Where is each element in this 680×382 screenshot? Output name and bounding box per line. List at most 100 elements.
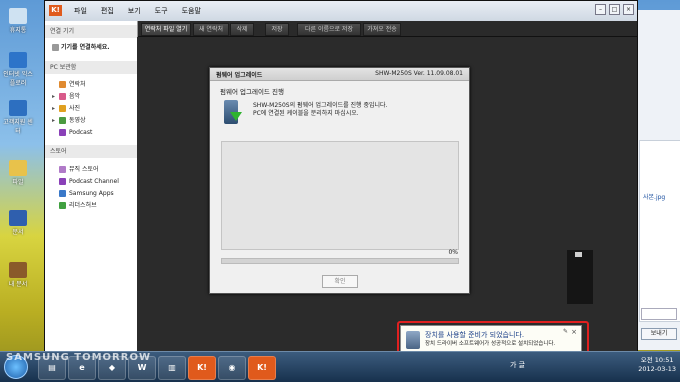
sidebar-item-label: Podcast — [69, 129, 93, 136]
save-button[interactable]: 저장 — [265, 23, 289, 36]
tray-ime[interactable]: 가 글 — [510, 360, 525, 370]
new-contact-button[interactable]: 새 연락처 — [193, 23, 229, 36]
dialog-message-line: SHW-M250S의 펌웨어 업그레이드를 진행 중입니다. — [253, 102, 388, 109]
sidebar-item-music-store[interactable]: 뮤직 스토어 — [45, 164, 137, 175]
sidebar-item-readers-hub[interactable]: 리더스허브 — [45, 200, 137, 211]
import-send-button[interactable]: 가져오 전송 — [363, 23, 401, 36]
send-button[interactable]: 보내기 — [641, 328, 677, 340]
kies-logo-icon: K! — [49, 5, 62, 16]
menu-view[interactable]: 보기 — [121, 6, 148, 16]
upgrade-progress-bar — [221, 258, 459, 264]
sidebar-item-label: Podcast Channel — [69, 178, 119, 185]
sidebar-item-label: 사진 — [69, 105, 81, 112]
contacts-toolbar: 연락처 파일 열기 새 연락처 삭제 저장 다른 이름으로 저장 가져오 전송 — [137, 21, 637, 37]
readers-hub-icon — [59, 202, 66, 209]
folder-icon[interactable] — [575, 252, 582, 257]
desktop-icon-label: 파일 — [12, 179, 24, 186]
save-as-button[interactable]: 다른 이름으로 저장 — [297, 23, 361, 36]
app-titlebar: K! 파일 편집 보기 도구 도움말 – □ × — [45, 1, 637, 21]
video-icon — [59, 117, 66, 124]
taskbar-clock[interactable]: 오전 10:51 2012-03-13 — [638, 356, 676, 374]
sidebar-item-contacts[interactable]: 연락처 — [45, 79, 137, 90]
dialog-subtitle: 펌웨어 업그레이드 진행 — [220, 88, 284, 96]
podcast-icon — [59, 129, 66, 136]
document-icon — [9, 210, 27, 226]
watermark-logo: SAMSUNG TOMORROW — [6, 352, 151, 363]
window-controls: – □ × — [595, 4, 634, 15]
sidebar-item-label: 기기를 연결하세요. — [61, 44, 110, 51]
desktop-icon-label: 고객지원 센터 — [3, 119, 33, 135]
folder-icon — [9, 262, 27, 278]
taskbar-chart-icon[interactable]: ▥ — [158, 356, 186, 380]
taskbar-kies2-icon[interactable]: K! — [248, 356, 276, 380]
sidebar: 연결 기기 기기를 연결하세요. PC 보관함 연락처 ▸ 음악 ▸ 사진 ▸ … — [45, 21, 138, 352]
menu-edit[interactable]: 편집 — [94, 6, 121, 16]
progress-percent: 0% — [448, 249, 458, 256]
desktop-icon-support[interactable]: 고객지원 센터 — [3, 100, 33, 135]
sidebar-item-videos[interactable]: ▸ 동영상 — [45, 115, 137, 126]
support-icon — [9, 100, 27, 116]
menu-tools[interactable]: 도구 — [148, 6, 175, 16]
desktop-icon-doc[interactable]: 문서 — [3, 210, 33, 236]
desktop-icon-label: 휴지통 — [9, 27, 27, 34]
file-name-link[interactable]: 사본.jpg — [643, 192, 665, 201]
sidebar-item-music[interactable]: ▸ 음악 — [45, 91, 137, 102]
contacts-icon — [59, 81, 66, 88]
menu-bar: 파일 편집 보기 도구 도움말 — [67, 6, 208, 16]
music-icon — [59, 93, 66, 100]
desktop-icon-file[interactable]: 파일 — [3, 160, 33, 186]
samsung-apps-icon — [59, 190, 66, 197]
expand-caret-icon[interactable]: ▸ — [52, 103, 55, 114]
photo-icon — [59, 105, 66, 112]
dialog-message-line: PC에 연결된 케이블을 분리하지 마십시오. — [253, 110, 359, 117]
sidebar-item-label: 동영상 — [69, 117, 86, 124]
background-window-select[interactable] — [641, 308, 677, 320]
dialog-titlebar: 펌웨어 업그레이드 SHW-M250S Ver. 11.09.08.01 — [210, 68, 469, 81]
menu-help[interactable]: 도움말 — [175, 6, 208, 16]
expand-caret-icon[interactable]: ▸ — [52, 115, 55, 126]
sidebar-item-label: 음악 — [69, 93, 81, 100]
sidebar-item-podcast-channel[interactable]: Podcast Channel — [45, 176, 137, 187]
minimize-icon[interactable]: – — [595, 4, 606, 15]
expand-caret-icon[interactable]: ▸ — [52, 91, 55, 102]
sidebar-item-label: 뮤직 스토어 — [69, 166, 99, 173]
sidebar-item-samsung-apps[interactable]: Samsung Apps — [45, 188, 137, 199]
open-contacts-button[interactable]: 연락처 파일 열기 — [141, 23, 191, 36]
internet-explorer-icon — [9, 52, 27, 68]
recycle-bin-icon — [9, 8, 27, 24]
device-icon — [52, 44, 59, 51]
store-section-header: 스토어 — [45, 145, 137, 158]
content-side-panel — [567, 250, 593, 304]
close-icon[interactable]: × — [623, 4, 634, 15]
clock-date: 2012-03-13 — [638, 365, 676, 373]
podcast-icon — [59, 178, 66, 185]
ok-button[interactable]: 확인 — [322, 275, 358, 288]
sidebar-item-photos[interactable]: ▸ 사진 — [45, 103, 137, 114]
dialog-message: SHW-M250S의 펌웨어 업그레이드를 진행 중입니다. PC에 연결된 케… — [253, 102, 387, 118]
clock-time: 오전 10:51 — [640, 356, 674, 364]
desktop-icon-recycle-bin[interactable]: 휴지통 — [3, 8, 33, 34]
maximize-icon[interactable]: □ — [609, 4, 620, 15]
desktop-icon-label: 문서 — [12, 229, 24, 236]
menu-file[interactable]: 파일 — [67, 6, 94, 16]
sidebar-item-connect-device[interactable]: 기기를 연결하세요. — [45, 42, 137, 53]
sidebar-item-label: 연락처 — [69, 81, 86, 88]
firmware-upgrade-dialog: 펌웨어 업그레이드 SHW-M250S Ver. 11.09.08.01 펌웨어… — [209, 67, 470, 294]
desktop-icon-mydocs[interactable]: 내 문서 — [3, 262, 33, 288]
dialog-model-version: SHW-M250S Ver. 11.09.08.01 — [375, 70, 463, 77]
phone-download-icon — [224, 100, 242, 126]
pc-section-header: PC 보관함 — [45, 61, 137, 74]
sidebar-item-podcast[interactable]: Podcast — [45, 127, 137, 138]
sidebar-item-label: Samsung Apps — [69, 190, 114, 197]
upgrade-log-box — [221, 141, 459, 250]
background-window-panel — [639, 140, 680, 322]
delete-button[interactable]: 삭제 — [230, 23, 254, 36]
device-section-header: 연결 기기 — [45, 25, 137, 38]
background-window[interactable]: 사본.jpg 보내기 — [636, 10, 680, 350]
taskbar-browser-icon[interactable]: ◉ — [218, 356, 246, 380]
sidebar-item-label: 리더스허브 — [69, 202, 97, 209]
taskbar-kies-icon[interactable]: K! — [188, 356, 216, 380]
desktop-icon-ie[interactable]: 인터넷 익스플로러 — [3, 52, 33, 87]
music-store-icon — [59, 166, 66, 173]
desktop-icon-label: 인터넷 익스플로러 — [3, 71, 33, 87]
